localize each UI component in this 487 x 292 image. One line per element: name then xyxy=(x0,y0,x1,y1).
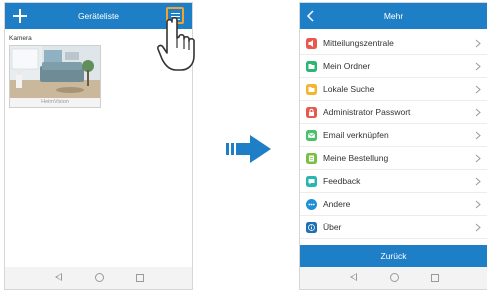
nav-back-icon[interactable] xyxy=(55,273,62,281)
camera-name: HeimVision xyxy=(41,99,69,105)
menu-item-mein-ordner[interactable]: Mein Ordner xyxy=(300,55,487,78)
menu-item-label: Feedback xyxy=(323,176,361,186)
more-icon xyxy=(306,198,317,210)
feedback-icon xyxy=(306,175,317,187)
order-icon xyxy=(306,152,317,164)
chevron-right-icon xyxy=(475,62,481,71)
menu-item-email-verknuepfen[interactable]: Email verknüpfen xyxy=(300,124,487,147)
chevron-right-icon xyxy=(475,85,481,94)
section-label: Kamera xyxy=(9,35,32,42)
hand-pointer-icon xyxy=(157,16,195,71)
page-title: Mehr xyxy=(383,11,404,21)
lock-icon xyxy=(306,106,317,118)
menu-item-label: Administrator Passwort xyxy=(323,107,411,117)
chevron-right-icon xyxy=(475,177,481,186)
right-arrow-icon xyxy=(226,135,271,163)
chevron-right-icon xyxy=(475,154,481,163)
menu-item-label: Mitteilungszentrale xyxy=(323,38,394,48)
menu-item-ueber[interactable]: Über xyxy=(300,216,487,239)
menu-item-label: Lokale Suche xyxy=(323,84,375,94)
nav-recent-icon[interactable] xyxy=(136,274,144,282)
chevron-right-icon xyxy=(475,39,481,48)
menu-item-mitteilungszentrale[interactable]: Mitteilungszentrale xyxy=(300,32,487,55)
nav-home-icon[interactable] xyxy=(95,273,104,282)
more-screen: Mehr Mitteilungszentrale Mein Ordner Lok… xyxy=(299,2,487,290)
chevron-right-icon xyxy=(475,131,481,140)
menu-item-label: Meine Bestellung xyxy=(323,153,389,163)
camera-thumbnail xyxy=(10,46,100,98)
menu-item-lokale-suche[interactable]: Lokale Suche xyxy=(300,78,487,101)
folder-icon xyxy=(306,60,317,72)
camera-card[interactable]: HeimVision xyxy=(9,45,101,108)
menu-item-andere[interactable]: Andere xyxy=(300,193,487,216)
chevron-right-icon xyxy=(475,223,481,232)
email-icon xyxy=(306,129,317,141)
menu-item-label: Mein Ordner xyxy=(323,61,371,71)
menu-item-administrator-passwort[interactable]: Administrator Passwort xyxy=(300,101,487,124)
system-nav-bar xyxy=(5,267,192,289)
nav-back-icon[interactable] xyxy=(350,273,357,281)
notification-icon xyxy=(306,37,317,49)
menu-item-feedback[interactable]: Feedback xyxy=(300,170,487,193)
nav-recent-icon[interactable] xyxy=(431,274,439,282)
menu-item-label: Über xyxy=(323,222,342,232)
info-icon xyxy=(306,221,317,233)
menu-item-label: Andere xyxy=(323,199,351,209)
chevron-right-icon xyxy=(475,200,481,209)
chevron-right-icon xyxy=(475,108,481,117)
search-folder-icon xyxy=(306,83,317,95)
menu-item-label: Email verknüpfen xyxy=(323,130,389,140)
system-nav-bar xyxy=(300,267,487,289)
app-header: Mehr xyxy=(300,3,487,29)
nav-home-icon[interactable] xyxy=(390,273,399,282)
back-button[interactable]: Zurück xyxy=(300,245,487,267)
menu-item-meine-bestellung[interactable]: Meine Bestellung xyxy=(300,147,487,170)
